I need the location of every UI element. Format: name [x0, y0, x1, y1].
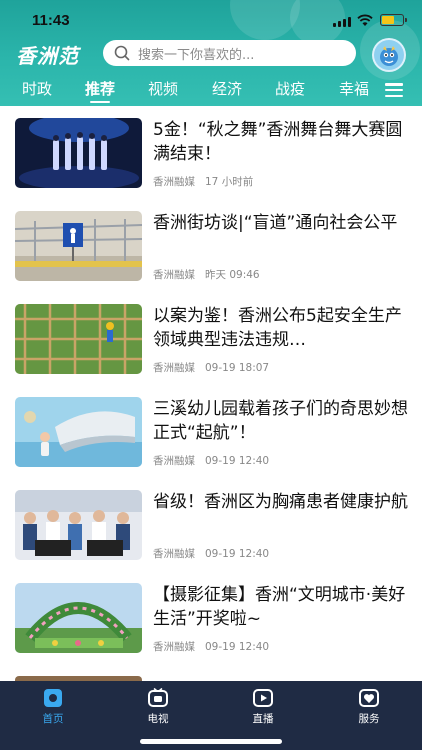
app-logo: 香洲范: [16, 44, 79, 68]
news-thumbnail: [15, 211, 142, 281]
wifi-icon: [357, 14, 373, 26]
news-title: 【摄影征集】香洲“文明城市·美好生活”开奖啦~: [153, 585, 406, 629]
news-meta: 香洲融媒 昨天 09:46: [153, 267, 260, 282]
category-tabs: 时政 推荐 视频 经济 战疫 幸福: [0, 76, 380, 104]
status-time: 11:43: [32, 12, 70, 29]
news-item[interactable]: 5金！“秋之舞”香洲舞台舞大赛圆满结束！ 香洲融媒 17 小时前: [0, 106, 422, 199]
tabbar-tv[interactable]: 电视: [128, 687, 188, 726]
tab-xingfu[interactable]: 幸福: [339, 76, 369, 104]
news-item[interactable]: 香洲街坊谈|“盲道”通向社会公平 香洲融媒 昨天 09:46: [0, 199, 422, 292]
news-item[interactable]: 以案为鉴！香洲公布5起安全生产领域典型违法违规… 香洲融媒 09-19 18:07: [0, 292, 422, 385]
tabbar-service[interactable]: 服务: [339, 687, 399, 726]
news-time: 09-19 12:40: [205, 641, 270, 653]
news-meta: 香洲融媒 17 小时前: [153, 174, 253, 189]
tabbar-service-label: 服务: [358, 713, 380, 725]
battery-icon: [380, 14, 407, 26]
status-bar: 11:43: [0, 0, 422, 40]
news-time: 09-19 12:40: [205, 548, 270, 560]
news-source: 香洲融媒: [153, 269, 195, 281]
news-meta: 香洲融媒 09-19 12:40: [153, 639, 269, 654]
news-item[interactable]: 【摄影征集】香洲“文明城市·美好生活”开奖啦~ 香洲融媒 09-19 12:40: [0, 571, 422, 664]
app-header: 11:43 香洲范 搜索一下你喜欢的... 时政 推荐 视频 经济 战疫 幸福: [0, 0, 422, 106]
news-title: 香洲街坊谈|“盲道”通向社会公平: [153, 213, 398, 233]
live-icon: [253, 689, 273, 707]
news-thumbnail: [15, 397, 142, 467]
tab-jingji[interactable]: 经济: [212, 76, 242, 104]
news-title: 三溪幼儿园载着孩子们的奇思妙想正式“起航”！: [153, 399, 408, 443]
news-source: 香洲融媒: [153, 455, 195, 467]
news-item[interactable]: 省级！香洲区为胸痛患者健康护航 香洲融媒 09-19 12:40: [0, 478, 422, 571]
news-meta: 香洲融媒 09-19 18:07: [153, 360, 269, 375]
menu-icon[interactable]: [385, 83, 403, 97]
search-input[interactable]: 搜索一下你喜欢的...: [103, 40, 356, 66]
news-title: 以案为鉴！香洲公布5起安全生产领域典型违法违规…: [153, 306, 402, 350]
tab-zhanyi[interactable]: 战疫: [275, 76, 305, 104]
news-source: 香洲融媒: [153, 362, 195, 374]
search-icon: [114, 45, 130, 61]
service-icon: [359, 689, 379, 707]
news-thumbnail: [15, 583, 142, 653]
news-time: 17 小时前: [205, 176, 254, 188]
tabbar-tv-label: 电视: [147, 713, 169, 725]
news-source: 香洲融媒: [153, 548, 195, 560]
news-item[interactable]: 三溪幼儿园载着孩子们的奇思妙想正式“起航”！ 香洲融媒 09-19 12:40: [0, 385, 422, 478]
news-thumbnail: [15, 304, 142, 374]
tab-shizheng[interactable]: 时政: [22, 76, 52, 104]
news-time: 09-19 12:40: [205, 455, 270, 467]
news-meta: 香洲融媒 09-19 12:40: [153, 546, 269, 561]
home-indicator[interactable]: [140, 739, 282, 744]
tab-tuijian[interactable]: 推荐: [85, 76, 115, 104]
tab-shipin[interactable]: 视频: [148, 76, 178, 104]
tabbar-live[interactable]: 直播: [233, 687, 293, 726]
news-time: 昨天 09:46: [205, 269, 260, 281]
news-source: 香洲融媒: [153, 176, 195, 188]
news-source: 香洲融媒: [153, 641, 195, 653]
tabbar-home[interactable]: 首页: [23, 687, 83, 726]
tabbar-home-label: 首页: [42, 713, 64, 725]
mascot-avatar-icon[interactable]: [372, 38, 406, 72]
home-icon: [44, 689, 62, 707]
news-thumbnail: [15, 490, 142, 560]
tv-icon: [148, 687, 168, 707]
news-time: 09-19 18:07: [205, 362, 270, 374]
news-title: 省级！香洲区为胸痛患者健康护航: [153, 492, 408, 512]
news-title: 5金！“秋之舞”香洲舞台舞大赛圆满结束！: [153, 120, 403, 164]
signal-icon: [333, 17, 351, 27]
news-meta: 香洲融媒 09-19 12:40: [153, 453, 269, 468]
news-thumbnail: [15, 118, 142, 188]
search-placeholder: 搜索一下你喜欢的...: [138, 47, 255, 63]
tabbar-live-label: 直播: [252, 713, 274, 725]
